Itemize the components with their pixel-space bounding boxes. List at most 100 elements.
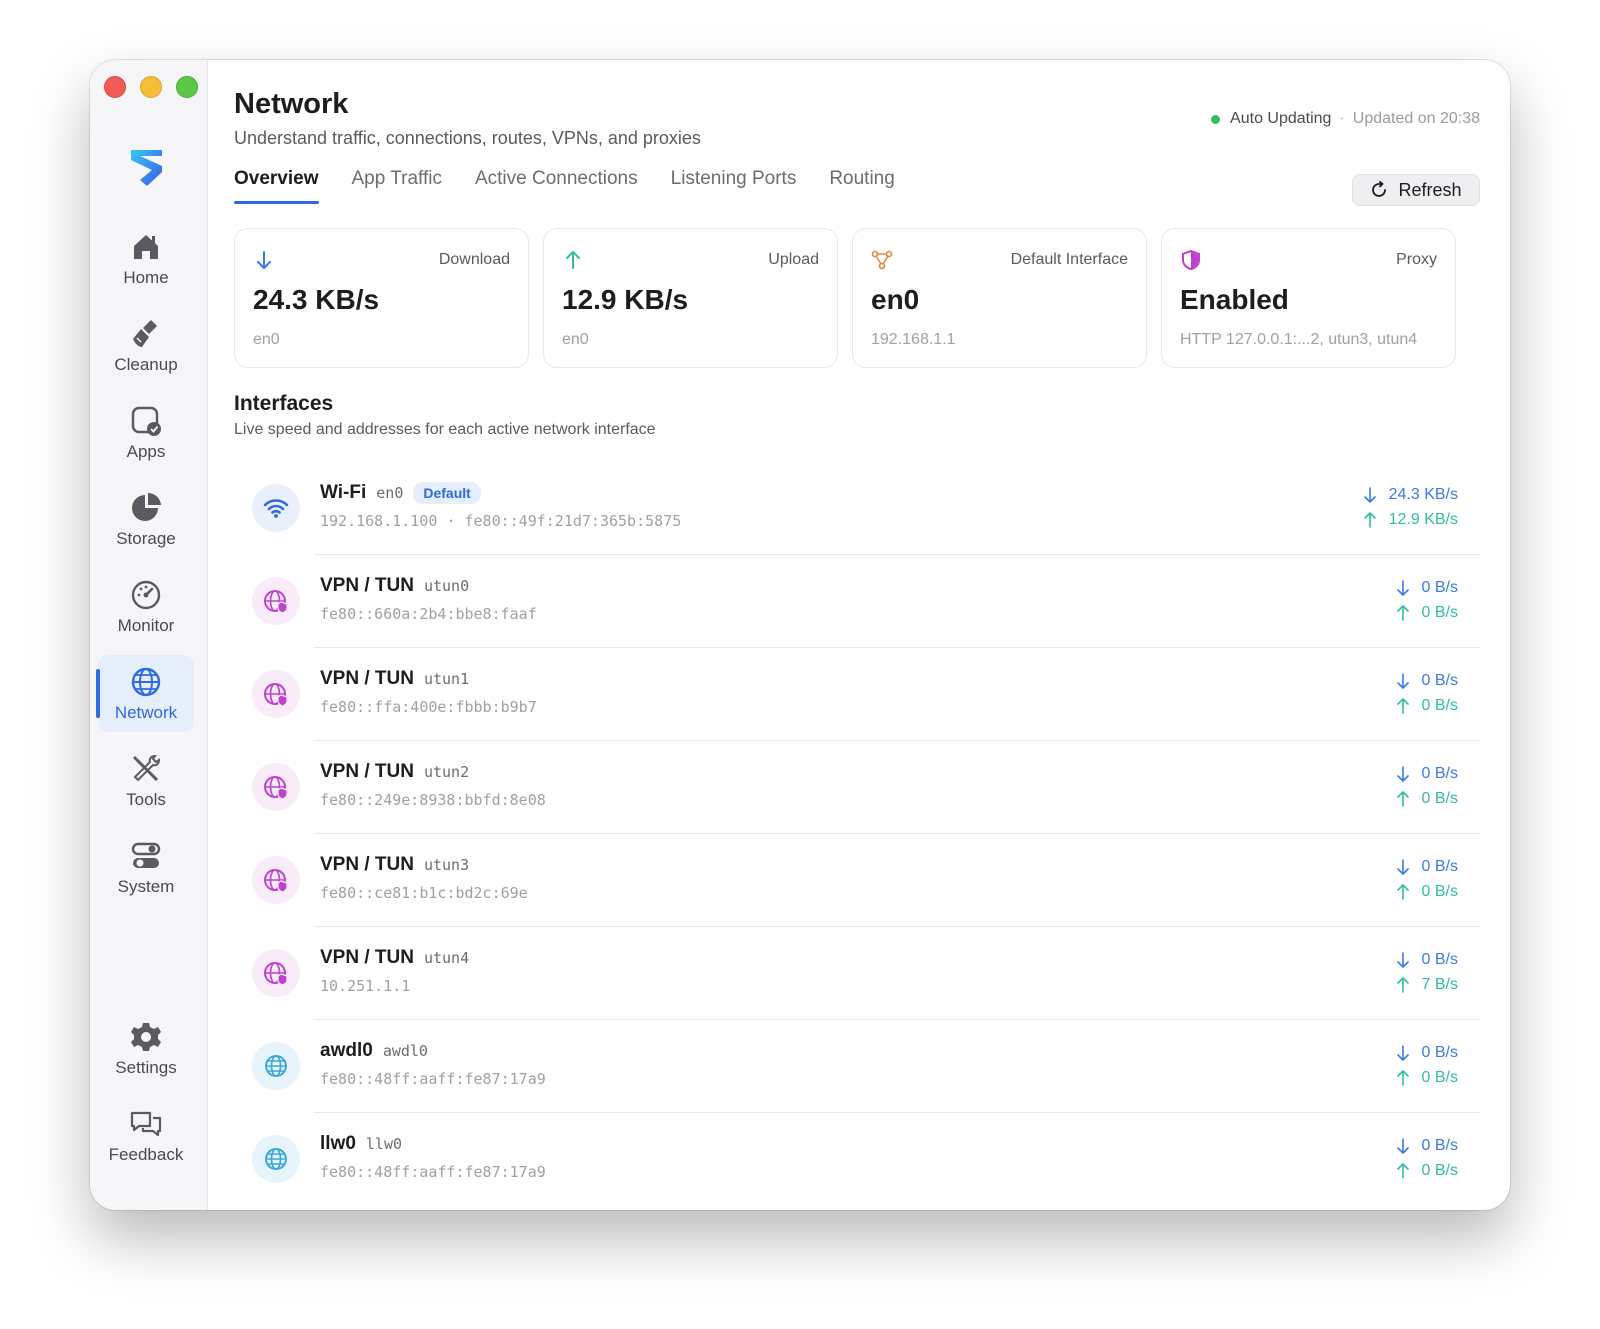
shield-icon: [1182, 249, 1200, 271]
sidebar-item-label: Settings: [115, 1057, 177, 1077]
interface-speed: 0 B/s 0 B/s: [1396, 1040, 1458, 1090]
list-item[interactable]: VPN / TUN utun2 fe80::249e:8938:bbfd:8e0…: [252, 741, 1480, 834]
refresh-icon: [1372, 181, 1387, 197]
interface-name-text: VPN / TUN: [320, 947, 414, 968]
upload-speed: 0 B/s: [1421, 604, 1458, 621]
list-item[interactable]: VPN / TUN utun4 10.251.1.1 0 B/s 7 B/s: [252, 927, 1480, 1020]
sidebar-item-home[interactable]: Home: [98, 220, 194, 297]
main-content: Network Understand traffic, connections,…: [208, 60, 1510, 1210]
interface-name: Wi-Fi en0 Default: [320, 482, 481, 504]
tab-active-connections[interactable]: Active Connections: [475, 168, 638, 204]
list-item[interactable]: VPN / TUN utun3 fe80::ce81:b1c:bd2c:69e …: [252, 834, 1480, 927]
interface-name: VPN / TUN utun0: [320, 575, 469, 597]
default-interface-card: Default Interface en0 192.168.1.1: [852, 228, 1147, 368]
interface-name-text: VPN / TUN: [320, 854, 414, 875]
tab-app-traffic[interactable]: App Traffic: [352, 168, 442, 204]
toggles-icon: [131, 842, 161, 868]
apps-icon: [131, 406, 161, 436]
download-interface: en0: [253, 331, 280, 348]
sidebar-item-network[interactable]: Network: [96, 655, 194, 732]
arrow-up-icon: [1396, 976, 1409, 993]
sidebar-item-system[interactable]: System: [98, 829, 194, 906]
updated-time: Updated on 20:38: [1352, 110, 1480, 127]
status-separator: ·: [1339, 110, 1345, 127]
sidebar-item-apps[interactable]: Apps: [98, 394, 194, 471]
interface-device: llw0: [365, 1135, 403, 1153]
gateway-address: 192.168.1.1: [871, 331, 956, 348]
upload-speed: 7 B/s: [1421, 976, 1458, 993]
arrow-up-icon: [1396, 1162, 1409, 1179]
refresh-button[interactable]: Refresh: [1352, 174, 1480, 206]
upload-speed: 0 B/s: [1421, 1162, 1458, 1179]
download-speed: 0 B/s: [1421, 765, 1458, 782]
tab-overview[interactable]: Overview: [234, 168, 319, 204]
interface-address: fe80::48ff:aaff:fe87:17a9: [320, 1163, 546, 1181]
status-dot: [1211, 114, 1221, 124]
download-speed: 0 B/s: [1421, 951, 1458, 968]
interface-address: fe80::ffa:400e:fbbb:b9b7: [320, 698, 537, 716]
interface-address: fe80::249e:8938:bbfd:8e08: [320, 791, 546, 809]
default-interface-label: Default Interface: [1010, 251, 1128, 268]
sidebar-item-cleanup[interactable]: Cleanup: [98, 307, 194, 384]
arrow-up-icon: [1396, 604, 1409, 621]
download-speed: 0 B/s: [1421, 579, 1458, 596]
arrow-up-icon: [1396, 883, 1409, 900]
list-item[interactable]: awdl0 awdl0 fe80::48ff:aaff:fe87:17a9 0 …: [252, 1020, 1480, 1113]
default-badge: Default: [413, 482, 481, 504]
interface-speed: 0 B/s 0 B/s: [1396, 575, 1458, 625]
interface-speed: 0 B/s 0 B/s: [1396, 668, 1458, 718]
upload-label: Upload: [768, 251, 819, 268]
arrow-up-icon: [1396, 1069, 1409, 1086]
page-title: Network: [234, 88, 349, 120]
interfaces-subtitle: Live speed and addresses for each active…: [234, 421, 656, 438]
download-card: Download 24.3 KB/s en0: [234, 228, 529, 368]
interface-address: 10.251.1.1: [320, 977, 411, 995]
pie-chart-icon: [132, 492, 161, 521]
list-item[interactable]: llw0 llw0 fe80::48ff:aaff:fe87:17a9 0 B/…: [252, 1113, 1480, 1206]
sidebar-item-label: Network: [114, 702, 178, 722]
sidebar-item-monitor[interactable]: Monitor: [98, 568, 194, 645]
sidebar-item-tools[interactable]: Tools: [98, 742, 194, 819]
proxy-card: Proxy Enabled HTTP 127.0.0.1:...2, utun3…: [1161, 228, 1456, 368]
app-window: Home Cleanup Apps Storage Monitor Networ…: [90, 60, 1510, 1210]
upload-speed: 12.9 KB/s: [1388, 511, 1458, 528]
vpn-globe-icon: [252, 949, 300, 997]
minimize-window-button[interactable]: [140, 76, 162, 98]
arrow-down-icon: [1396, 1137, 1409, 1154]
interface-device: en0: [376, 484, 404, 502]
sidebar-item-feedback[interactable]: Feedback: [98, 1097, 194, 1174]
interface-name: VPN / TUN utun2: [320, 761, 469, 783]
sidebar-nav: Home Cleanup Apps Storage Monitor Networ…: [96, 220, 194, 916]
sidebar-item-label: Monitor: [117, 615, 175, 635]
proxy-value: Enabled: [1180, 284, 1289, 315]
gear-icon: [131, 1022, 161, 1051]
tab-routing[interactable]: Routing: [829, 168, 895, 204]
interface-name-text: VPN / TUN: [320, 668, 414, 689]
sidebar-item-storage[interactable]: Storage: [98, 481, 194, 558]
upload-value: 12.9 KB/s: [562, 284, 689, 315]
download-speed: 0 B/s: [1421, 1044, 1458, 1061]
list-item[interactable]: VPN / TUN utun0 fe80::660a:2b4:bbe8:faaf…: [252, 555, 1480, 648]
arrow-down-icon: [1363, 486, 1376, 503]
sidebar-item-label: Home: [123, 267, 169, 287]
tab-listening-ports[interactable]: Listening Ports: [671, 168, 797, 204]
zoom-window-button[interactable]: [176, 76, 198, 98]
arrow-up-icon: [1396, 697, 1409, 714]
refresh-label: Refresh: [1398, 179, 1462, 200]
download-value: 24.3 KB/s: [253, 284, 380, 315]
interface-device: utun2: [423, 763, 470, 781]
proxy-detail: HTTP 127.0.0.1:...2, utun3, utun4: [1180, 331, 1418, 348]
upload-speed: 0 B/s: [1421, 790, 1458, 807]
list-item[interactable]: VPN / TUN utun1 fe80::ffa:400e:fbbb:b9b7…: [252, 648, 1480, 741]
interface-address: 192.168.1.100 · fe80::49f:21d7:365b:5875: [320, 512, 682, 530]
sidebar-item-settings[interactable]: Settings: [98, 1010, 194, 1087]
tab-bar: Overview App Traffic Active Connections …: [234, 168, 895, 204]
list-item[interactable]: Wi-Fi en0 Default 192.168.1.100 · fe80::…: [252, 462, 1480, 555]
close-window-button[interactable]: [104, 76, 126, 98]
interface-speed: 0 B/s 0 B/s: [1396, 1133, 1458, 1183]
interface-address: fe80::660a:2b4:bbe8:faaf: [320, 605, 537, 623]
auto-updating-label: Auto Updating: [1230, 110, 1332, 127]
interface-device: utun4: [423, 949, 470, 967]
interface-name-text: awdl0: [320, 1040, 373, 1061]
upload-card: Upload 12.9 KB/s en0: [543, 228, 838, 368]
